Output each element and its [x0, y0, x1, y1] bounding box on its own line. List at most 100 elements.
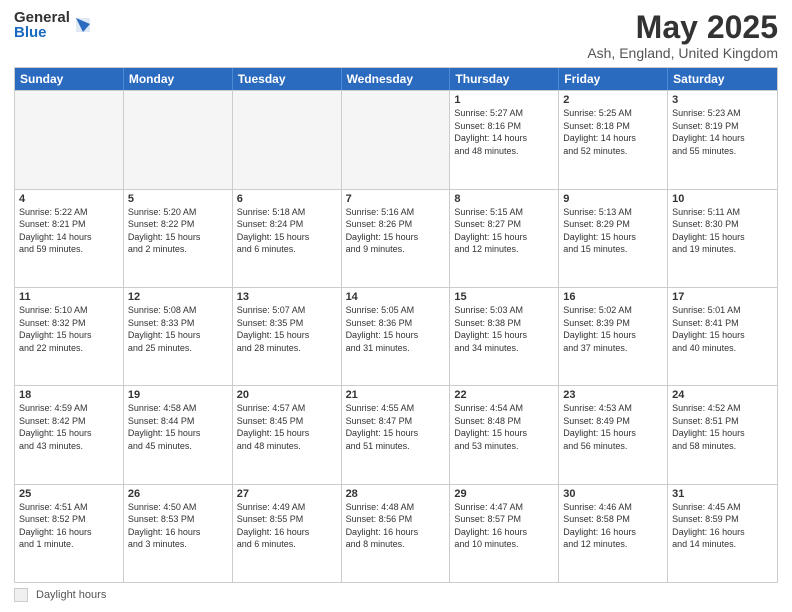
header-cell-tuesday: Tuesday: [233, 68, 342, 90]
cell-info: Sunrise: 5:27 AMSunset: 8:16 PMDaylight:…: [454, 107, 554, 157]
day-number: 22: [454, 389, 554, 401]
cell-info: Sunrise: 5:07 AMSunset: 8:35 PMDaylight:…: [237, 304, 337, 354]
cell-info: Sunrise: 5:16 AMSunset: 8:26 PMDaylight:…: [346, 206, 446, 256]
cell-info: Sunrise: 5:11 AMSunset: 8:30 PMDaylight:…: [672, 206, 773, 256]
day-number: 6: [237, 193, 337, 205]
day-number: 10: [672, 193, 773, 205]
cell-info: Sunrise: 5:15 AMSunset: 8:27 PMDaylight:…: [454, 206, 554, 256]
week-row-2: 4Sunrise: 5:22 AMSunset: 8:21 PMDaylight…: [15, 189, 777, 287]
logo-blue: Blue: [14, 25, 70, 40]
cal-cell: 4Sunrise: 5:22 AMSunset: 8:21 PMDaylight…: [15, 190, 124, 287]
cell-info: Sunrise: 4:53 AMSunset: 8:49 PMDaylight:…: [563, 402, 663, 452]
cell-info: Sunrise: 5:22 AMSunset: 8:21 PMDaylight:…: [19, 206, 119, 256]
cell-info: Sunrise: 4:58 AMSunset: 8:44 PMDaylight:…: [128, 402, 228, 452]
day-number: 18: [19, 389, 119, 401]
logo: General Blue: [14, 10, 92, 40]
cal-cell: 7Sunrise: 5:16 AMSunset: 8:26 PMDaylight…: [342, 190, 451, 287]
cell-info: Sunrise: 4:54 AMSunset: 8:48 PMDaylight:…: [454, 402, 554, 452]
cell-info: Sunrise: 5:18 AMSunset: 8:24 PMDaylight:…: [237, 206, 337, 256]
cal-cell: 20Sunrise: 4:57 AMSunset: 8:45 PMDayligh…: [233, 386, 342, 483]
legend-box: [14, 588, 28, 602]
cal-cell: 3Sunrise: 5:23 AMSunset: 8:19 PMDaylight…: [668, 91, 777, 188]
cal-cell: 23Sunrise: 4:53 AMSunset: 8:49 PMDayligh…: [559, 386, 668, 483]
month-title: May 2025: [587, 10, 778, 45]
day-number: 8: [454, 193, 554, 205]
cell-info: Sunrise: 5:03 AMSunset: 8:38 PMDaylight:…: [454, 304, 554, 354]
cal-cell: 12Sunrise: 5:08 AMSunset: 8:33 PMDayligh…: [124, 288, 233, 385]
logo-icon: [74, 14, 92, 36]
cell-info: Sunrise: 5:08 AMSunset: 8:33 PMDaylight:…: [128, 304, 228, 354]
location: Ash, England, United Kingdom: [587, 45, 778, 61]
day-number: 5: [128, 193, 228, 205]
cell-info: Sunrise: 5:05 AMSunset: 8:36 PMDaylight:…: [346, 304, 446, 354]
cal-cell: 28Sunrise: 4:48 AMSunset: 8:56 PMDayligh…: [342, 485, 451, 582]
cell-info: Sunrise: 4:57 AMSunset: 8:45 PMDaylight:…: [237, 402, 337, 452]
cal-cell: 25Sunrise: 4:51 AMSunset: 8:52 PMDayligh…: [15, 485, 124, 582]
page: General Blue May 2025 Ash, England, Unit…: [0, 0, 792, 612]
week-row-4: 18Sunrise: 4:59 AMSunset: 8:42 PMDayligh…: [15, 385, 777, 483]
day-number: 31: [672, 488, 773, 500]
day-number: 30: [563, 488, 663, 500]
day-number: 2: [563, 94, 663, 106]
cal-cell: 18Sunrise: 4:59 AMSunset: 8:42 PMDayligh…: [15, 386, 124, 483]
day-number: 15: [454, 291, 554, 303]
day-number: 7: [346, 193, 446, 205]
footer: Daylight hours: [14, 588, 778, 602]
header-cell-wednesday: Wednesday: [342, 68, 451, 90]
cell-info: Sunrise: 4:48 AMSunset: 8:56 PMDaylight:…: [346, 501, 446, 551]
day-number: 21: [346, 389, 446, 401]
cell-info: Sunrise: 5:25 AMSunset: 8:18 PMDaylight:…: [563, 107, 663, 157]
week-row-5: 25Sunrise: 4:51 AMSunset: 8:52 PMDayligh…: [15, 484, 777, 582]
cell-info: Sunrise: 5:20 AMSunset: 8:22 PMDaylight:…: [128, 206, 228, 256]
header: General Blue May 2025 Ash, England, Unit…: [14, 10, 778, 61]
cal-cell: 24Sunrise: 4:52 AMSunset: 8:51 PMDayligh…: [668, 386, 777, 483]
header-cell-sunday: Sunday: [15, 68, 124, 90]
cal-cell: 15Sunrise: 5:03 AMSunset: 8:38 PMDayligh…: [450, 288, 559, 385]
cell-info: Sunrise: 4:46 AMSunset: 8:58 PMDaylight:…: [563, 501, 663, 551]
cal-cell: 30Sunrise: 4:46 AMSunset: 8:58 PMDayligh…: [559, 485, 668, 582]
day-number: 3: [672, 94, 773, 106]
cal-cell: 6Sunrise: 5:18 AMSunset: 8:24 PMDaylight…: [233, 190, 342, 287]
calendar-header: SundayMondayTuesdayWednesdayThursdayFrid…: [15, 68, 777, 90]
cal-cell: [233, 91, 342, 188]
cal-cell: 26Sunrise: 4:50 AMSunset: 8:53 PMDayligh…: [124, 485, 233, 582]
legend-label: Daylight hours: [36, 589, 106, 601]
cell-info: Sunrise: 4:49 AMSunset: 8:55 PMDaylight:…: [237, 501, 337, 551]
calendar: SundayMondayTuesdayWednesdayThursdayFrid…: [14, 67, 778, 583]
cell-info: Sunrise: 5:02 AMSunset: 8:39 PMDaylight:…: [563, 304, 663, 354]
cell-info: Sunrise: 4:55 AMSunset: 8:47 PMDaylight:…: [346, 402, 446, 452]
logo-general: General: [14, 10, 70, 25]
cell-info: Sunrise: 4:52 AMSunset: 8:51 PMDaylight:…: [672, 402, 773, 452]
day-number: 23: [563, 389, 663, 401]
cal-cell: 13Sunrise: 5:07 AMSunset: 8:35 PMDayligh…: [233, 288, 342, 385]
header-cell-monday: Monday: [124, 68, 233, 90]
cal-cell: 27Sunrise: 4:49 AMSunset: 8:55 PMDayligh…: [233, 485, 342, 582]
cell-info: Sunrise: 4:50 AMSunset: 8:53 PMDaylight:…: [128, 501, 228, 551]
day-number: 16: [563, 291, 663, 303]
cal-cell: 14Sunrise: 5:05 AMSunset: 8:36 PMDayligh…: [342, 288, 451, 385]
title-area: May 2025 Ash, England, United Kingdom: [587, 10, 778, 61]
cal-cell: 8Sunrise: 5:15 AMSunset: 8:27 PMDaylight…: [450, 190, 559, 287]
header-cell-thursday: Thursday: [450, 68, 559, 90]
day-number: 4: [19, 193, 119, 205]
cal-cell: 2Sunrise: 5:25 AMSunset: 8:18 PMDaylight…: [559, 91, 668, 188]
calendar-body: 1Sunrise: 5:27 AMSunset: 8:16 PMDaylight…: [15, 90, 777, 582]
cal-cell: 19Sunrise: 4:58 AMSunset: 8:44 PMDayligh…: [124, 386, 233, 483]
week-row-3: 11Sunrise: 5:10 AMSunset: 8:32 PMDayligh…: [15, 287, 777, 385]
header-cell-friday: Friday: [559, 68, 668, 90]
week-row-1: 1Sunrise: 5:27 AMSunset: 8:16 PMDaylight…: [15, 90, 777, 188]
cell-info: Sunrise: 4:59 AMSunset: 8:42 PMDaylight:…: [19, 402, 119, 452]
cell-info: Sunrise: 4:51 AMSunset: 8:52 PMDaylight:…: [19, 501, 119, 551]
cell-info: Sunrise: 5:13 AMSunset: 8:29 PMDaylight:…: [563, 206, 663, 256]
cal-cell: 10Sunrise: 5:11 AMSunset: 8:30 PMDayligh…: [668, 190, 777, 287]
cal-cell: 31Sunrise: 4:45 AMSunset: 8:59 PMDayligh…: [668, 485, 777, 582]
cal-cell: 22Sunrise: 4:54 AMSunset: 8:48 PMDayligh…: [450, 386, 559, 483]
cal-cell: 21Sunrise: 4:55 AMSunset: 8:47 PMDayligh…: [342, 386, 451, 483]
cal-cell: [342, 91, 451, 188]
day-number: 12: [128, 291, 228, 303]
day-number: 25: [19, 488, 119, 500]
cal-cell: 17Sunrise: 5:01 AMSunset: 8:41 PMDayligh…: [668, 288, 777, 385]
cell-info: Sunrise: 4:47 AMSunset: 8:57 PMDaylight:…: [454, 501, 554, 551]
day-number: 9: [563, 193, 663, 205]
cal-cell: [15, 91, 124, 188]
